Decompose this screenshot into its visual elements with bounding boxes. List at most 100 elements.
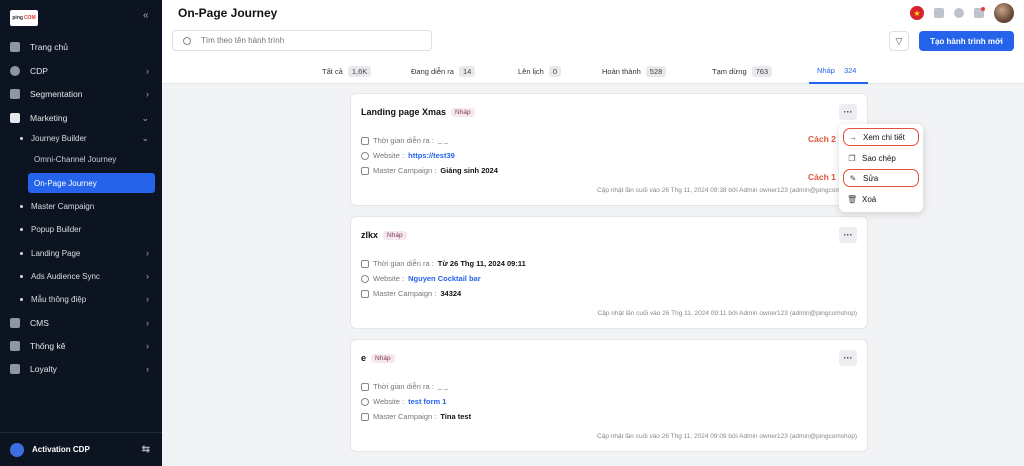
master-value: Giáng sinh 2024 [440, 166, 498, 175]
sidebar: ping COM « Trang chủ CDP › Segmentation › M… [0, 0, 162, 466]
tab-label: Lên lịch [518, 66, 544, 76]
card-title-text: Landing page Xmas [361, 107, 447, 117]
tab-scheduled[interactable]: Lên lịch 0 [518, 58, 562, 84]
help-icon[interactable] [954, 8, 964, 18]
book-icon[interactable] [934, 8, 944, 18]
menu-item-view-detail[interactable]: → Xem chi tiết [843, 128, 919, 146]
sidebar-leaf-label: Omni-Channel Journey [34, 154, 117, 164]
tab-draft[interactable]: Nháp 324 [809, 58, 869, 84]
clipboard-icon [361, 166, 369, 175]
sidebar-item-loyalty[interactable]: Loyalty › [0, 358, 162, 380]
time-label: Thời gian diễn ra : [373, 259, 434, 268]
avatar[interactable] [994, 3, 1014, 23]
menu-item-label: Sửa [863, 173, 879, 183]
tab-all[interactable]: Tất cả 1,6K [322, 58, 372, 84]
annotation-cach-1: Cách 1 [808, 172, 836, 182]
website-link[interactable]: test form 1 [408, 397, 446, 406]
sidebar-item-marketing[interactable]: Marketing ⌄ [0, 107, 162, 129]
tab-label: Nháp [817, 65, 835, 75]
sidebar-sub-message-templates[interactable]: Mẫu thông điệp › [0, 289, 162, 309]
copy-icon: ❐ [848, 153, 856, 163]
sidebar-leaf-label: On-Page Journey [34, 178, 97, 188]
website-link[interactable]: Nguyen Cocktail bar [408, 274, 481, 283]
bell-icon[interactable] [974, 7, 985, 18]
sidebar-leaf-omni-channel[interactable]: Omni-Channel Journey [28, 149, 155, 169]
calendar-icon [361, 136, 369, 145]
sidebar-sub-master-campaign[interactable]: Master Campaign [0, 196, 162, 216]
grid-icon [10, 42, 20, 52]
more-options-button[interactable]: ··· [839, 104, 857, 120]
time-value: _ _ [437, 382, 449, 391]
brand-logo[interactable]: ping COM [10, 10, 38, 26]
menu-item-copy[interactable]: ❐ Sao chép [843, 149, 919, 167]
collapse-sidebar-icon[interactable]: « [143, 10, 149, 21]
tab-running[interactable]: Đang diễn ra 14 [411, 58, 476, 84]
card-website-row: Website : test form 1 [361, 397, 446, 406]
chevron-down-icon: ⌄ [141, 112, 149, 123]
calendar-icon [361, 259, 369, 268]
sidebar-leaf-on-page-journey[interactable]: On-Page Journey [28, 173, 155, 193]
menu-item-edit[interactable]: ✎ Sửa [843, 169, 919, 187]
more-options-button[interactable]: ··· [839, 227, 857, 243]
sidebar-item-segmentation[interactable]: Segmentation › [0, 83, 162, 105]
updated-info: Cập nhật lần cuối vào 26 Thg 11, 2024 09… [597, 310, 857, 317]
card-time-row: Thời gian diễn ra : Từ 26 Thg 11, 2024 09… [361, 259, 526, 268]
chevron-right-icon: › [146, 66, 149, 76]
sidebar-item-stats[interactable]: Thống kê › [0, 335, 162, 357]
sidebar-sub-ads-audience-sync[interactable]: Ads Audience Sync › [0, 266, 162, 286]
sidebar-sub-landing-page[interactable]: Landing Page › [0, 243, 162, 263]
tab-label: Hoàn thành [602, 66, 641, 76]
switch-icon[interactable]: ⇆ [142, 444, 150, 455]
menu-item-label: Xem chi tiết [863, 132, 905, 142]
sidebar-item-label: Trang chủ [30, 42, 68, 52]
master-label: Master Campaign : [373, 412, 437, 421]
journey-card[interactable]: Landing page Xmas Nháp ··· Thời gian diễn… [350, 93, 868, 206]
status-badge: Nháp [451, 107, 475, 117]
bullet-icon [20, 227, 23, 231]
master-label: Master Campaign : [373, 289, 437, 298]
journey-card[interactable]: zlkx Nháp ··· Thời gian diễn ra : Từ 26 Th… [350, 216, 868, 329]
sidebar-item-cms[interactable]: CMS › [0, 312, 162, 334]
create-journey-button[interactable]: Tạo hành trình mới [919, 31, 1014, 51]
search-input[interactable] [201, 36, 421, 45]
sidebar-item-label: CDP [30, 66, 48, 76]
card-title: Landing page Xmas Nháp [361, 107, 475, 117]
time-value: Từ 26 Thg 11, 2024 09:11 [437, 259, 526, 268]
activation-switcher[interactable]: Activation CDP ⇆ [0, 432, 162, 466]
tab-label: Đang diễn ra [411, 66, 454, 76]
time-value: _ _ [437, 136, 449, 145]
card-time-row: Thời gian diễn ra : _ _ [361, 136, 448, 145]
monitor-icon [10, 318, 20, 328]
search-box[interactable] [172, 30, 432, 51]
vietnam-flag-icon[interactable]: ★ [910, 6, 924, 20]
updated-info: Cập nhật lần cuối vào 26 Thg 11, 2024 09… [597, 433, 857, 440]
bullet-icon [20, 204, 23, 208]
website-link[interactable]: https://test39 [408, 151, 455, 160]
menu-item-delete[interactable]: 🗑 Xoá [843, 190, 919, 208]
master-value: 34324 [440, 289, 462, 298]
tab-completed[interactable]: Hoàn thành 528 [602, 58, 667, 84]
sidebar-item-cdp[interactable]: CDP › [0, 60, 162, 82]
card-title-text: zlkx [361, 230, 379, 240]
menu-item-label: Xoá [862, 194, 877, 204]
tab-label: Tạm dừng [712, 66, 747, 76]
sidebar-item-label: Marketing [30, 113, 68, 123]
page-title: On-Page Journey [178, 6, 278, 20]
sidebar-item-home[interactable]: Trang chủ [0, 36, 162, 58]
card-website-row: Website : https://test39 [361, 151, 455, 160]
sidebar-sub-journey-builder[interactable]: Journey Builder ⌄ [0, 128, 162, 148]
bullet-icon [20, 274, 23, 278]
tab-count: 763 [751, 65, 773, 77]
journey-card[interactable]: e Nháp ··· Thời gian diễn ra : _ _ Website… [350, 339, 868, 452]
sidebar-item-label: Loyalty [30, 364, 57, 374]
sidebar-sub-popup-builder[interactable]: Popup Builder [0, 219, 162, 239]
sidebar-item-label: Segmentation [30, 89, 83, 99]
filter-icon[interactable]: ▽ [889, 31, 909, 51]
arrow-right-icon: → [849, 132, 857, 142]
topbar-icons: ★ [910, 3, 1014, 23]
more-options-button[interactable]: ··· [839, 350, 857, 366]
tab-paused[interactable]: Tạm dừng 763 [712, 58, 773, 84]
master-label: Master Campaign : [373, 166, 437, 175]
card-title-text: e [361, 353, 367, 363]
card-master-row: Master Campaign :34324 [361, 289, 461, 298]
